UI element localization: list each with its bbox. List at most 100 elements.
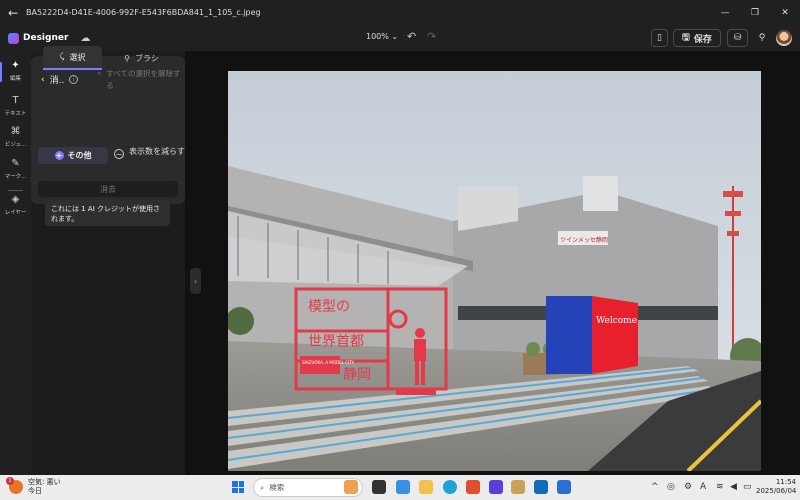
chevron-left-icon: ‹ <box>193 276 198 286</box>
rail-item-label: ビジュ... <box>4 142 27 148</box>
frame-small-text: SHIZUOKA, A MODEL CITY <box>302 360 355 365</box>
erase-button[interactable]: 消去 <box>38 181 178 197</box>
zoom-value: 100% <box>366 32 389 41</box>
rail-item-visual[interactable]: ⌘ ビジュ... <box>0 126 31 148</box>
pinned-app-icon[interactable] <box>511 480 525 494</box>
app-logo[interactable]: Designer <box>8 32 69 44</box>
deselect-icon: ⚬ <box>96 69 103 78</box>
app-name: Designer <box>23 33 69 43</box>
rail-item-label: 編集 <box>9 76 21 82</box>
tab-select-label: 選択 <box>69 52 86 62</box>
input-language-indicator[interactable]: A <box>700 482 706 492</box>
redo-icon[interactable]: ↷ <box>427 30 436 43</box>
brush-icon: ⚲ <box>124 53 130 63</box>
file-explorer-icon[interactable] <box>419 480 433 494</box>
other-chip-label: その他 <box>67 151 92 160</box>
undo-icon[interactable]: ↶ <box>407 30 416 43</box>
pinned-app-icon[interactable] <box>344 480 358 494</box>
outlook-icon[interactable] <box>534 480 548 494</box>
wifi-icon[interactable]: ≋ <box>716 482 724 492</box>
tab-brush[interactable]: ⚲ ブラシ <box>115 46 168 70</box>
layers-icon: ◈ <box>11 194 20 205</box>
back-arrow-icon[interactable]: ← <box>0 0 26 25</box>
clock-date: 2025/06/04 <box>756 487 797 495</box>
deselect-all-label: すべての選択を解除する <box>106 69 181 90</box>
task-view-icon[interactable] <box>372 480 386 494</box>
weather-text: 空気: 悪い <box>28 478 61 486</box>
save-label: 保存 <box>693 34 712 45</box>
show-fewer-label: 表示数を減らす <box>129 147 185 156</box>
battery-icon[interactable]: ▭ <box>743 482 752 492</box>
share-button[interactable]: ⚲ <box>754 29 770 47</box>
tab-brush-label: ブラシ <box>135 53 159 63</box>
select-icon: ⤹ <box>59 52 65 61</box>
close-button[interactable]: ✕ <box>770 0 800 25</box>
pen-icon: ✎ <box>11 158 20 169</box>
frame-line2: 世界首都 <box>308 334 364 350</box>
plus-icon: + <box>54 151 64 160</box>
title-bar: ← BA5222D4-D41E-4006-992F-E543F6BDA841_1… <box>0 0 800 25</box>
search-icon: ⌕ <box>260 482 265 492</box>
avatar[interactable] <box>776 30 792 46</box>
edge-browser-icon[interactable] <box>443 480 457 494</box>
tray-overflow-icon[interactable]: ^ <box>651 482 659 492</box>
volume-icon[interactable]: ◀ <box>730 482 737 492</box>
back-chevron-icon[interactable]: ‹ <box>41 75 45 85</box>
show-fewer-button[interactable]: − 表示数を減らす <box>114 146 186 159</box>
weather-widget[interactable]: 1 空気: 悪い 今日 <box>6 477 61 496</box>
designer-logo-icon <box>8 32 19 44</box>
minus-icon: − <box>114 149 124 159</box>
other-chip[interactable]: + その他 <box>38 147 108 164</box>
rail-item-label: マーク... <box>4 174 27 180</box>
zoom-dropdown[interactable]: 100% ⌄ <box>366 32 398 41</box>
tab-select[interactable]: ⤹ 選択 <box>43 46 102 70</box>
taskbar: 1 空気: 悪い 今日 ⌕ 検索 ^ ◎ ⚙ A ≋ ◀ ▭ 11:54 202… <box>0 475 800 500</box>
system-clock[interactable]: 11:54 2025/06/04 <box>756 478 796 496</box>
rail-item-layers[interactable]: ◈ レイヤー <box>0 194 31 216</box>
windows-start-icon[interactable] <box>232 481 244 493</box>
save-icon: 🖫 <box>682 33 690 43</box>
canvas-image[interactable]: ツインメッセ静岡 Welcome SHIZUOKA, A MODEL CITY … <box>228 71 761 471</box>
tray-app-icon[interactable]: ◎ <box>667 482 675 492</box>
photo-illustration: ツインメッセ静岡 Welcome SHIZUOKA, A MODEL CITY … <box>228 71 761 471</box>
shapes-icon: ⌘ <box>10 126 21 137</box>
designer-app-icon[interactable] <box>489 480 503 494</box>
microsoft-store-icon[interactable] <box>466 480 480 494</box>
rail-item-label: テキスト <box>4 111 27 117</box>
panel-title: 消.. <box>49 76 65 86</box>
tray-app-icon[interactable]: ⚙ <box>684 482 692 492</box>
rail-item-markup[interactable]: ✎ マーク... <box>0 158 31 180</box>
rail-divider <box>8 190 23 191</box>
frame-line1: 模型の <box>308 299 350 315</box>
frame-line3: 静岡 <box>343 367 371 383</box>
phone-icon: ▯ <box>657 33 662 43</box>
storage-button[interactable]: ⛁ <box>727 29 748 47</box>
window-title: BA5222D4-D41E-4006-992F-E543F6BDA841_1_1… <box>26 8 261 17</box>
weather-icon: 1 <box>6 477 23 494</box>
maximize-button[interactable]: ❐ <box>740 0 770 25</box>
building-sign-text: ツインメッセ静岡 <box>560 236 608 244</box>
minimize-button[interactable]: — <box>710 0 740 25</box>
rail-item-label: レイヤー <box>4 210 27 216</box>
save-button[interactable]: 🖫 保存 <box>673 29 721 47</box>
search-placeholder: 検索 <box>269 483 285 492</box>
cloud-icon[interactable]: ☁ <box>80 33 90 44</box>
deselect-all-button[interactable]: ⚬ すべての選択を解除する <box>96 68 182 92</box>
ai-credit-tooltip: これには 1 AI クレジットが使用されます。 <box>45 200 170 226</box>
phone-preview-button[interactable]: ▯ <box>651 29 668 47</box>
database-icon: ⛁ <box>733 33 742 43</box>
notification-badge: 1 <box>6 477 14 485</box>
photos-icon[interactable] <box>557 480 571 494</box>
weather-sub: 今日 <box>28 487 42 495</box>
sparkle-icon: ✦ <box>11 60 20 71</box>
app-store-icon[interactable] <box>396 480 410 494</box>
clock-time: 11:54 <box>775 478 796 486</box>
rail-item-text[interactable]: T テキスト <box>0 95 31 117</box>
info-icon[interactable]: i <box>69 75 79 84</box>
text-icon: T <box>12 95 19 106</box>
collapse-panel-button[interactable]: ‹ <box>190 268 201 294</box>
rail-item-edit[interactable]: ✦ 編集 <box>0 60 31 82</box>
left-rail: ✦ 編集 T テキスト ⌘ ビジュ... ✎ マーク... ◈ レイヤー <box>0 51 31 475</box>
panel-header: ‹ 消.. i <box>41 73 79 86</box>
share-icon: ⚲ <box>758 33 766 43</box>
